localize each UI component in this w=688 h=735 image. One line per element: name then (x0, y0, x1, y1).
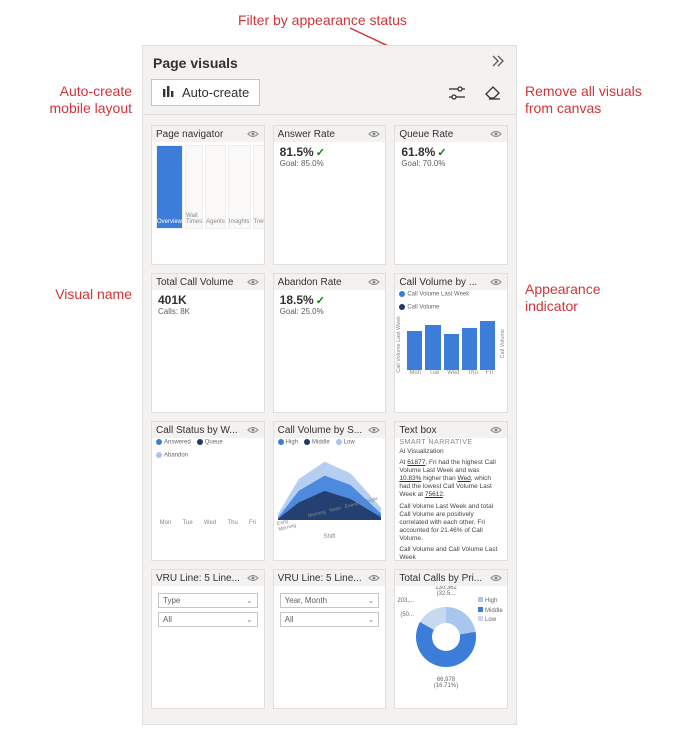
page-visuals-panel: Page visuals Auto-create Page navi (142, 45, 517, 725)
x-axis: MonTueWedThuFri (403, 370, 499, 376)
nav-tab[interactable]: Wait Times (185, 145, 203, 229)
chart-bars (152, 460, 264, 520)
kpi-goal: Goal: 70.0% (401, 159, 501, 168)
check-icon (435, 145, 446, 159)
visibility-icon[interactable] (246, 573, 260, 583)
visibility-icon[interactable] (489, 573, 503, 583)
card-title: Call Status by W... (156, 425, 246, 436)
chart-legend: High Middle Low (274, 437, 386, 448)
card-title: Total Call Volume (156, 277, 246, 288)
visibility-icon[interactable] (489, 129, 503, 139)
filter-settings-button[interactable] (442, 80, 472, 106)
visibility-icon[interactable] (246, 129, 260, 139)
y-axis-right: Call Volume (499, 329, 507, 358)
auto-create-icon (162, 84, 176, 101)
annotation-appearance-1: Appearance (525, 281, 601, 298)
y-axis-left: Call Volume Last Week (395, 316, 403, 373)
nav-tab[interactable]: Overview (156, 145, 183, 229)
donut-chart: 203,...(50... 130,362(32.5... 66,978(16.… (395, 585, 507, 689)
card-call-volume-by[interactable]: Call Volume by ... Call Volume Last Week… (394, 273, 508, 413)
kpi-goal: Goal: 25.0% (280, 307, 380, 316)
card-title: Total Calls by Pri... (399, 573, 489, 584)
card-page-navigator[interactable]: Page navigator Overview Wait Times Agent… (151, 125, 265, 265)
annotation-remove-2: from canvas (525, 100, 601, 117)
nav-tab[interactable]: Agents (205, 145, 226, 229)
visibility-icon[interactable] (489, 425, 503, 435)
page-nav-body: Overview Wait Times Agents Insights Tren… (152, 141, 264, 233)
check-icon (314, 293, 325, 307)
card-title: Call Volume by ... (399, 277, 489, 288)
kpi-value: 61.8% (401, 145, 435, 159)
annotation-remove-1: Remove all visuals (525, 83, 642, 100)
card-title: Page navigator (156, 129, 246, 140)
slicer-dropdown[interactable]: All (280, 612, 380, 627)
kpi-sub: Calls: 8K (158, 307, 258, 316)
card-total-calls-priority[interactable]: Total Calls by Pri... 203,...(50... 130,… (394, 569, 508, 709)
card-call-status[interactable]: Call Status by W... Answered Queue Aband… (151, 421, 265, 561)
kpi-value: 18.5% (280, 293, 314, 307)
sliders-icon (448, 85, 466, 101)
chart-legend: Call Volume Last Week Call Volume (395, 289, 507, 312)
auto-create-button[interactable]: Auto-create (151, 79, 260, 106)
annotation-visual-name: Visual name (22, 286, 132, 303)
chart-legend: Answered Queue Abandon (152, 437, 264, 460)
card-vru-1[interactable]: VRU Line: 5 Line... Type All (151, 569, 265, 709)
card-queue-rate[interactable]: Queue Rate 61.8% Goal: 70.0% (394, 125, 508, 265)
eraser-icon (484, 85, 502, 101)
visibility-icon[interactable] (246, 277, 260, 287)
annotation-auto-create-1: Auto-create (22, 83, 132, 100)
visibility-icon[interactable] (246, 425, 260, 435)
slicer-dropdown[interactable]: All (158, 612, 258, 627)
x-axis: MonTueWedThuFri (152, 520, 264, 526)
nav-tab[interactable]: Trends (253, 145, 265, 229)
clear-canvas-button[interactable] (478, 80, 508, 106)
annotation-auto-create-2: mobile layout (12, 100, 132, 117)
card-call-volume-shift[interactable]: Call Volume by S... High Middle Low Earl… (273, 421, 387, 561)
nav-tab[interactable]: Insights (228, 145, 251, 229)
slicer-dropdown[interactable]: Type (158, 593, 258, 608)
card-answer-rate[interactable]: Answer Rate 81.5% Goal: 85.0% (273, 125, 387, 265)
slicer-dropdown[interactable]: Year, Month (280, 593, 380, 608)
x-label: Shift (274, 534, 386, 540)
panel-title: Page visuals (153, 55, 238, 71)
visibility-icon[interactable] (367, 425, 381, 435)
check-icon (314, 145, 325, 159)
expand-collapse-icon[interactable] (490, 54, 506, 71)
annotation-appearance-2: indicator (525, 298, 578, 315)
visibility-icon[interactable] (367, 277, 381, 287)
card-title: VRU Line: 5 Line... (156, 573, 246, 584)
card-vru-2[interactable]: VRU Line: 5 Line... Year, Month All (273, 569, 387, 709)
card-title: Abandon Rate (278, 277, 368, 288)
annotation-filter: Filter by appearance status (238, 12, 407, 29)
visibility-icon[interactable] (367, 573, 381, 583)
narrative-body: SMART NARRATIVE AI Visualization At 6187… (395, 437, 507, 561)
kpi-goal: Goal: 85.0% (280, 159, 380, 168)
card-total-call-volume[interactable]: Total Call Volume 401K Calls: 8K (151, 273, 265, 413)
visibility-icon[interactable] (489, 277, 503, 287)
card-title: Call Volume by S... (278, 425, 368, 436)
kpi-value: 401K (158, 293, 258, 307)
chart-bars (403, 312, 499, 370)
card-title: VRU Line: 5 Line... (278, 573, 368, 584)
auto-create-label: Auto-create (182, 85, 249, 100)
kpi-value: 81.5% (280, 145, 314, 159)
card-title: Text box (399, 425, 489, 436)
card-textbox[interactable]: Text box SMART NARRATIVE AI Visualizatio… (394, 421, 508, 561)
card-title: Answer Rate (278, 129, 368, 140)
panel-toolbar: Auto-create (143, 75, 516, 115)
panel-header: Page visuals (143, 46, 516, 75)
card-abandon-rate[interactable]: Abandon Rate 18.5% Goal: 25.0% (273, 273, 387, 413)
visuals-grid: Page navigator Overview Wait Times Agent… (143, 115, 516, 724)
visibility-icon[interactable] (367, 129, 381, 139)
card-title: Queue Rate (399, 129, 489, 140)
